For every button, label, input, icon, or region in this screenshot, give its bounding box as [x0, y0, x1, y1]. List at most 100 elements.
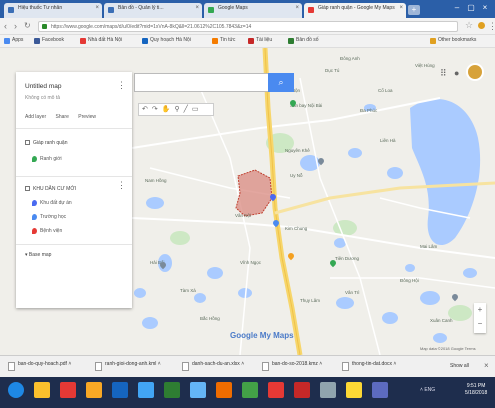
map-place-label: Vĩnh Ngọc [240, 260, 262, 265]
taskbar-app-icon[interactable] [112, 382, 128, 398]
taskbar-app-icon[interactable] [86, 382, 102, 398]
apps-grid-icon[interactable]: ⠿ [440, 68, 447, 79]
layer-item[interactable]: Ranh giới [32, 156, 62, 162]
bookmark-favicon-icon [248, 38, 254, 44]
show-all-downloads-button[interactable]: Show all [450, 363, 469, 369]
start-button-icon[interactable] [8, 382, 24, 398]
close-tab-icon[interactable]: × [399, 5, 403, 11]
bookmark-item[interactable]: Other bookmarks [430, 37, 476, 44]
share-button[interactable]: Share [56, 114, 69, 120]
taskbar-app-icon[interactable] [268, 382, 284, 398]
layer-checkbox[interactable] [25, 186, 30, 192]
close-tab-icon[interactable]: × [195, 5, 199, 11]
map-search-input[interactable] [134, 73, 270, 92]
tab-label: Bản đồ - Quản lý ti... [118, 5, 164, 11]
hand-icon[interactable]: ✋ [162, 106, 175, 113]
zoom-control: + − [474, 303, 486, 333]
extension-icon[interactable] [478, 22, 485, 29]
forward-icon[interactable]: › [14, 21, 17, 31]
zoom-in-button[interactable]: + [474, 303, 486, 317]
layer-item[interactable]: Bệnh viện [32, 228, 62, 234]
browser-tab-1[interactable]: Hiệu thuốc Tư nhân × [4, 3, 102, 18]
preview-button[interactable]: Preview [78, 114, 96, 120]
taskbar-app-icon[interactable] [242, 382, 258, 398]
download-item[interactable]: danh-sach-du-an.xlsx ˄ [182, 361, 244, 373]
taskbar-app-icon[interactable] [294, 382, 310, 398]
back-icon[interactable]: ‹ [4, 21, 7, 31]
tab-favicon-icon [108, 7, 114, 13]
map-place-label: Vân Trì [345, 290, 360, 295]
download-item[interactable]: ban-do-so-2018.kmz ˄ [262, 361, 322, 373]
avatar[interactable] [466, 63, 484, 81]
url-input[interactable]: https://www.google.com/maps/d/u/0/edit?m… [38, 21, 458, 32]
layer-item[interactable]: Trường học [32, 214, 66, 220]
marker-icon[interactable]: ⚲ [174, 106, 183, 113]
map-place-label: Vân Nội [235, 213, 252, 218]
base-map-toggle[interactable]: ▾ Base map [25, 252, 51, 258]
close-tab-icon[interactable]: × [295, 5, 299, 11]
map-canvas[interactable]: Đông Anh Cổ Loa Xuân Nộn Nguyên Khê Uy N… [0, 48, 495, 355]
bookmark-item[interactable]: Bản đồ số [288, 37, 319, 44]
layer-2[interactable]: KHU DÂN CƯ MỚI [25, 186, 76, 192]
bookmark-item[interactable]: Tài liệu [248, 37, 272, 44]
bookmark-favicon-icon [80, 38, 86, 44]
download-item[interactable]: thong-tin-dat.docx ˄ [342, 361, 396, 373]
browser-tab-2[interactable]: Bản đồ - Quản lý ti... × [104, 3, 202, 18]
download-filename: ban-do-quy-hoach.pdf [18, 361, 67, 367]
taskbar-app-icon[interactable] [138, 382, 154, 398]
map-place-label: Liên Hà [380, 138, 396, 143]
map-place-label: Đông Anh [340, 56, 360, 61]
marker-icon [32, 228, 37, 234]
bookmark-item[interactable]: Nhà đất Hà Nội [80, 37, 122, 44]
bookmark-item[interactable]: Tin tức [212, 37, 235, 44]
bookmark-star-icon[interactable]: ☆ [465, 20, 473, 31]
undo-icon[interactable]: ↶ [142, 106, 152, 113]
folder-icon [430, 38, 436, 44]
new-tab-button[interactable]: + [408, 5, 420, 15]
tab-favicon-icon [208, 7, 214, 13]
file-icon [182, 362, 189, 371]
layer-checkbox[interactable] [25, 140, 30, 146]
redo-icon[interactable]: ↷ [152, 106, 162, 113]
bookmark-label: Bản đồ số [296, 37, 319, 43]
layer-item[interactable]: Khu đất dự án [32, 200, 72, 206]
bookmark-item[interactable]: Quy hoạch Hà Nội [142, 37, 191, 44]
line-icon[interactable]: ╱ [184, 106, 192, 113]
reload-icon[interactable]: ↻ [24, 21, 31, 30]
map-place-label: Nguyên Khê [285, 148, 310, 153]
taskbar-app-icon[interactable] [346, 382, 362, 398]
taskbar-app-icon[interactable] [34, 382, 50, 398]
taskbar-app-icon[interactable] [190, 382, 206, 398]
zoom-out-button[interactable]: − [474, 317, 486, 331]
browser-tab-3[interactable]: Google Maps × [204, 3, 302, 18]
settings-icon[interactable]: ● [454, 68, 459, 78]
close-download-bar-icon[interactable]: × [484, 361, 489, 370]
bookmark-item[interactable]: Facebook [34, 37, 64, 44]
taskbar-app-icon[interactable] [164, 382, 180, 398]
map-title[interactable]: Untitled map [25, 83, 62, 90]
taskbar-app-icon[interactable] [60, 382, 76, 398]
browser-tab-4[interactable]: Giáp ranh quận - Google My Maps × [304, 3, 406, 18]
download-item[interactable]: ranh-gioi-dong-anh.kml ˄ [95, 361, 161, 373]
add-layer-button[interactable]: Add layer [25, 114, 46, 120]
taskbar-clock[interactable]: 9:51 PM 5/18/2018 [465, 383, 487, 397]
maximize-icon[interactable]: ▢ [466, 3, 476, 13]
map-description[interactable]: Không có mô tả [25, 95, 60, 101]
close-window-icon[interactable]: × [480, 3, 490, 13]
taskbar-app-icon[interactable] [320, 382, 336, 398]
ruler-icon[interactable]: ▭ [192, 106, 203, 113]
layer-1[interactable]: Giáp ranh quận [25, 140, 67, 146]
taskbar-app-icon[interactable] [216, 382, 232, 398]
download-item[interactable]: ban-do-quy-hoach.pdf ˄ [8, 361, 71, 373]
map-place-label: Mai Lâm [420, 244, 438, 249]
layer-menu-icon[interactable]: ⋮ [117, 180, 126, 191]
close-tab-icon[interactable]: × [95, 5, 99, 11]
bookmark-item[interactable]: Apps [4, 37, 23, 44]
file-icon [342, 362, 349, 371]
system-tray[interactable]: ˄ ENG [420, 387, 435, 393]
browser-menu-icon[interactable]: ⋮ [488, 21, 495, 32]
minimize-icon[interactable]: – [452, 3, 462, 13]
taskbar-app-icon[interactable] [372, 382, 388, 398]
panel-menu-icon[interactable]: ⋮ [117, 80, 126, 91]
search-button[interactable]: ⌕ [268, 73, 294, 92]
